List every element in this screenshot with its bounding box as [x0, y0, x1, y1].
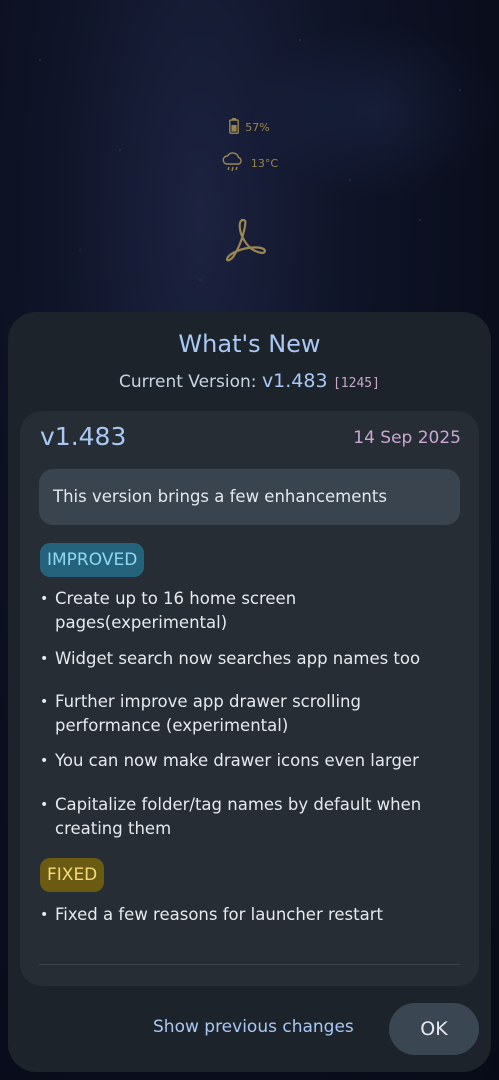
show-previous-changes-button[interactable]: Show previous changes	[153, 1017, 354, 1037]
list-item: • Capitalize folder/tag names by default…	[40, 795, 422, 838]
list-item: • Fixed a few reasons for launcher resta…	[40, 903, 470, 927]
fixed-tag: FIXED	[40, 858, 105, 892]
battery-level: 57%	[245, 121, 270, 134]
list-item: • Create up to 16 home screen pages(expe…	[40, 589, 297, 632]
temperature: 13°C	[250, 157, 279, 170]
bullet-icon: •	[40, 591, 49, 607]
battery-widget[interactable]: 57%	[0, 118, 499, 137]
improved-tag: IMPROVED	[40, 543, 145, 577]
list-item: • Further improve app drawer scrolling p…	[40, 692, 361, 735]
ok-button[interactable]: OK	[389, 1003, 479, 1055]
battery-icon	[229, 118, 240, 137]
weather-widget[interactable]: 13°C	[0, 151, 499, 176]
bullet-icon: •	[40, 797, 49, 813]
bullet-icon: •	[40, 651, 49, 667]
acrobat-icon[interactable]	[222, 216, 268, 264]
build-number: [1245]	[332, 376, 380, 391]
rain-cloud-icon	[221, 151, 245, 176]
bullet-icon: •	[40, 753, 49, 769]
release-summary: This version brings a few enhancements	[39, 469, 460, 525]
bullet-icon: •	[40, 907, 49, 923]
divider	[39, 964, 460, 965]
current-version-label: Current Version:	[119, 372, 257, 392]
list-item: • You can now make drawer icons even lar…	[40, 749, 470, 773]
current-version-value: v1.483	[261, 370, 328, 392]
release-version: v1.483	[40, 422, 127, 451]
bullet-icon: •	[40, 694, 49, 710]
current-version-line: Current Version: v1.483 [1245]	[0, 370, 499, 392]
list-item: • Widget search now searches app names t…	[40, 647, 470, 671]
dialog-title: What's New	[178, 330, 321, 358]
release-date: 14 Sep 2025	[353, 428, 461, 448]
